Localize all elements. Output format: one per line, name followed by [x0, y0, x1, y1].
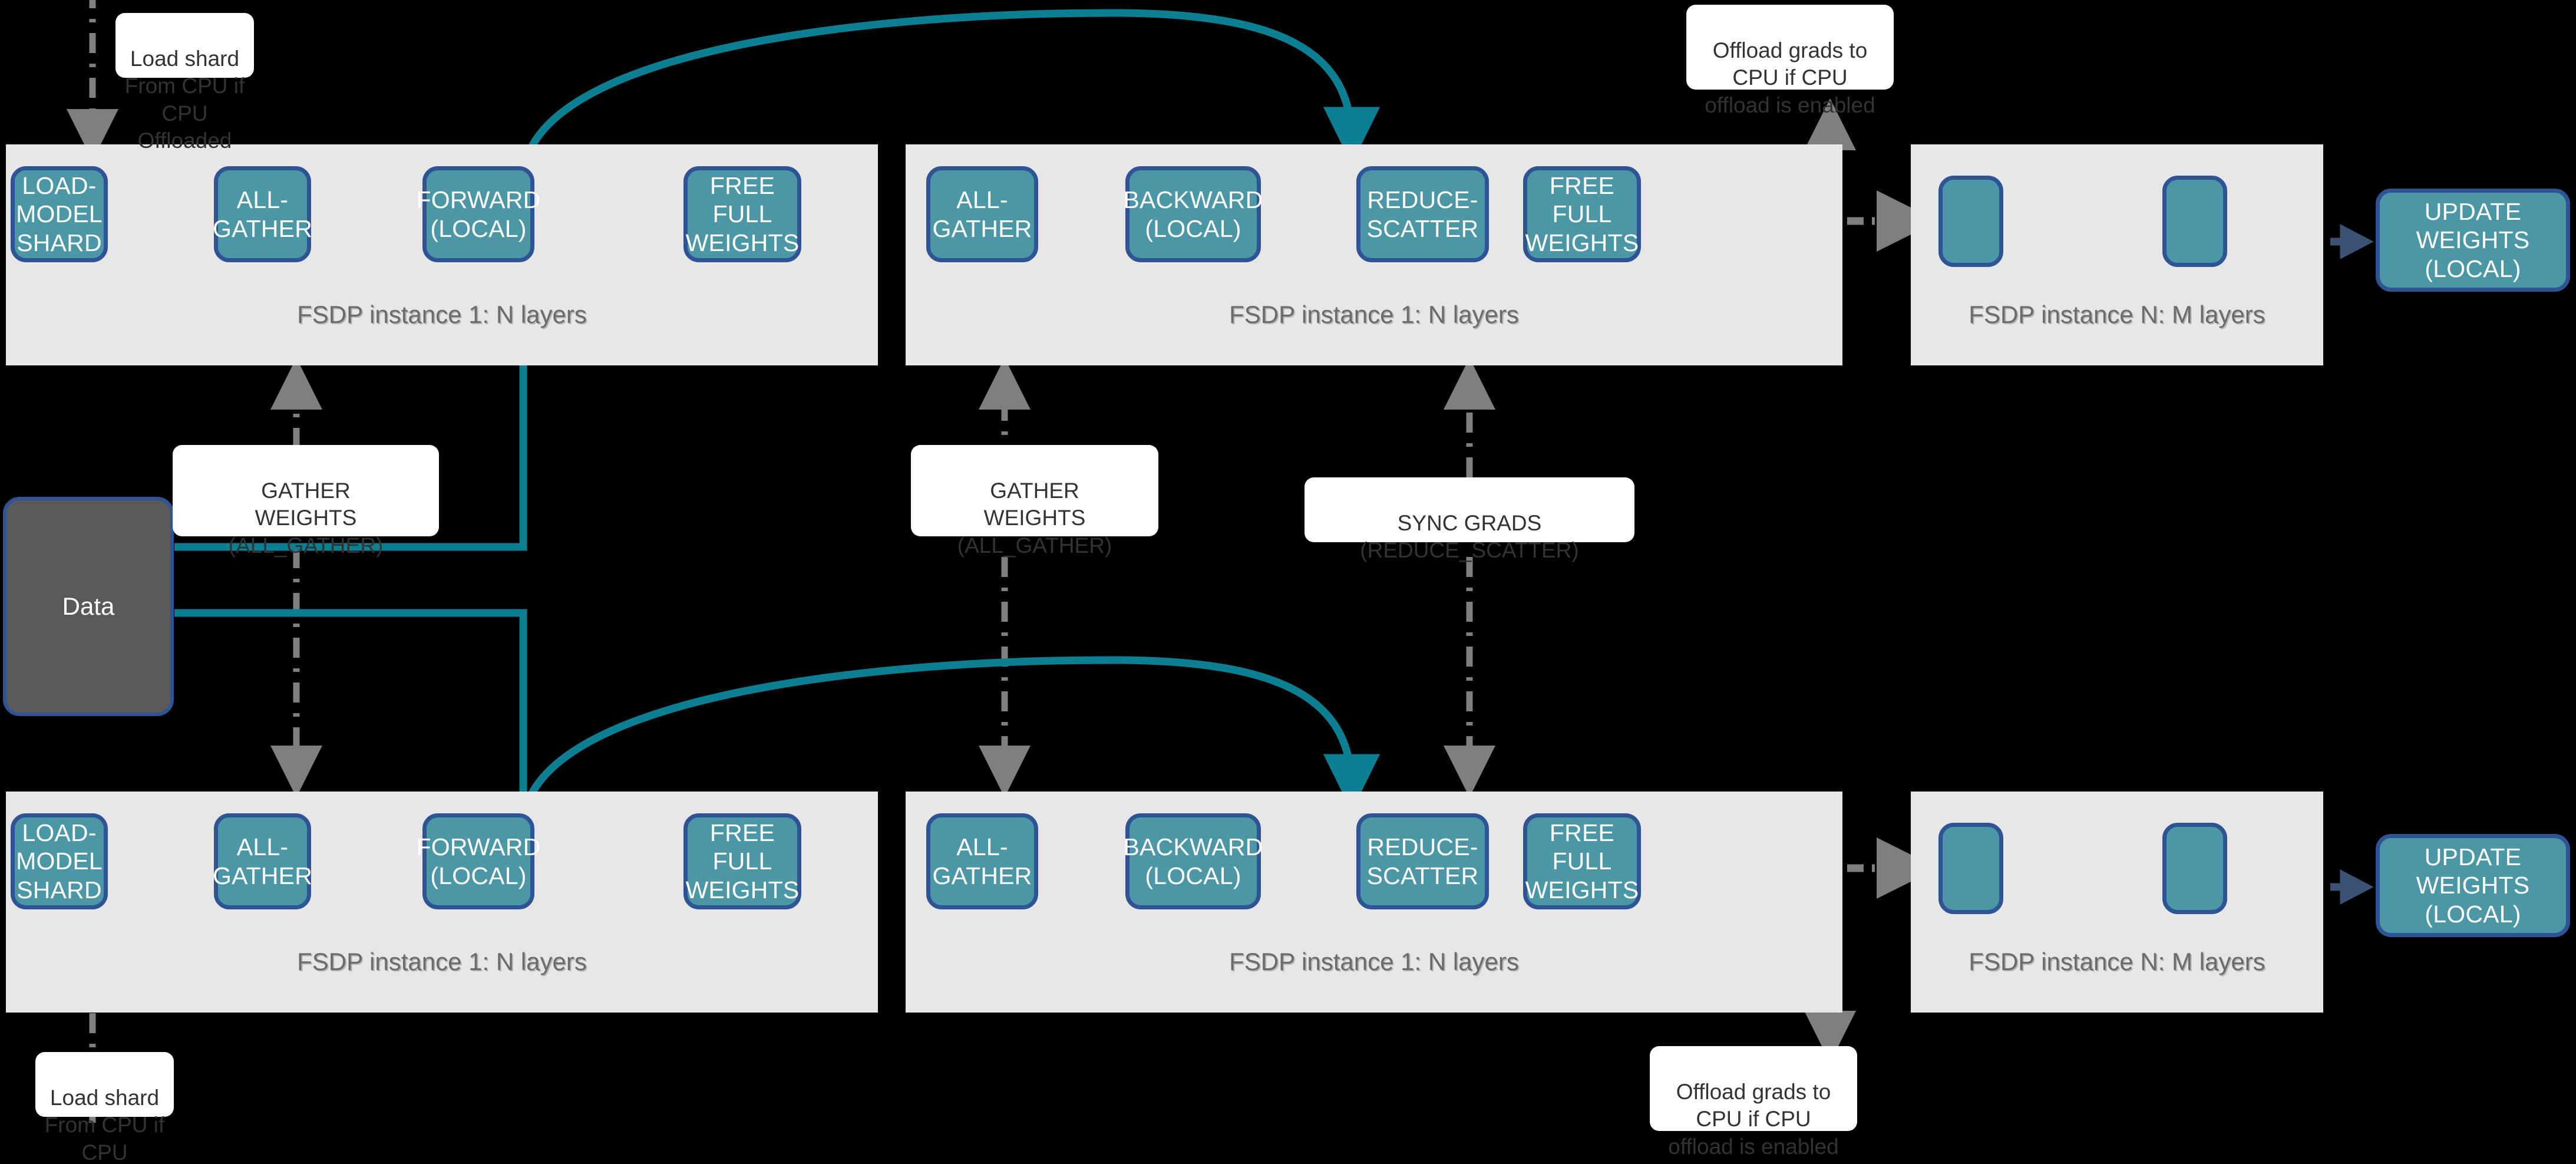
box-label: BACKWARD (LOCAL) — [1123, 833, 1263, 889]
fsdp-diagram-canvas: FSDP instance 1: N layers LOAD- MODEL SH… — [0, 0, 2576, 1164]
box-label: FREE FULL WEIGHTS — [685, 172, 800, 256]
note-text: GATHER WEIGHTS (ALL_GATHER) — [957, 478, 1112, 558]
box-bottom-all-gather[interactable]: ALL- GATHER — [213, 813, 313, 909]
note-text: Load shard From CPU if CPU Offloaded — [124, 46, 245, 153]
box-label: FREE FULL WEIGHTS — [1525, 172, 1639, 256]
panel-label-bottom-instance-n: FSDP instance N: M layers — [1969, 948, 2265, 975]
note-text: Load shard From CPU if CPU Offloaded — [44, 1085, 165, 1164]
box-data-source[interactable]: Data — [3, 497, 174, 716]
box-label: LOAD- MODEL SHARD — [16, 172, 103, 256]
box-top-update-weights[interactable]: UPDATE WEIGHTS (LOCAL) — [2376, 189, 2570, 292]
box-top-forward-local[interactable]: FORWARD (LOCAL) — [417, 166, 540, 262]
note-gather-weights-right: GATHER WEIGHTS (ALL_GATHER) — [911, 445, 1158, 558]
box-label: UPDATE WEIGHTS (LOCAL) — [2416, 843, 2530, 928]
note-text: Offload grads to CPU if CPU offload is e… — [1705, 38, 1875, 117]
box-top-all-gather[interactable]: ALL- GATHER — [213, 166, 313, 262]
note-bottom-load-shard: Load shard From CPU if CPU Offloaded — [35, 1052, 174, 1164]
note-sync-grads: SYNC GRADS (REDUCE_SCATTER) — [1304, 477, 1634, 562]
box-bottom-forward-local[interactable]: FORWARD (LOCAL) — [417, 813, 540, 909]
box-bottom-bw-all-gather[interactable]: ALL- GATHER — [926, 813, 1038, 909]
box-top-bw-free-full-weights[interactable]: FREE FULL WEIGHTS — [1523, 166, 1641, 262]
data-label: Data — [62, 592, 115, 620]
box-label: LOAD- MODEL SHARD — [16, 819, 103, 903]
box-label: FREE FULL WEIGHTS — [1525, 819, 1639, 903]
box-label: ALL- GATHER — [932, 833, 1032, 889]
box-bottom-reduce-scatter[interactable]: REDUCE- SCATTER — [1356, 813, 1489, 909]
box-label: BACKWARD (LOCAL) — [1123, 186, 1263, 242]
box-bottom-free-full-weights[interactable]: FREE FULL WEIGHTS — [683, 813, 801, 909]
box-label: UPDATE WEIGHTS (LOCAL) — [2416, 197, 2530, 282]
panel-label-top-forward: FSDP instance 1: N layers — [297, 301, 587, 328]
note-top-load-shard: Load shard From CPU if CPU Offloaded — [115, 13, 254, 153]
box-label: REDUCE- SCATTER — [1366, 186, 1479, 242]
panel-label-bottom-backward: FSDP instance 1: N layers — [1229, 948, 1519, 975]
box-top-reduce-scatter[interactable]: REDUCE- SCATTER — [1356, 166, 1489, 262]
box-bottom-load-model-shard[interactable]: LOAD- MODEL SHARD — [11, 813, 108, 909]
box-bottom-update-weights[interactable]: UPDATE WEIGHTS (LOCAL) — [2376, 834, 2570, 937]
note-bottom-offload-grads: Offload grads to CPU if CPU offload is e… — [1650, 1046, 1857, 1159]
box-label: ALL- GATHER — [213, 833, 313, 889]
box-label: FREE FULL WEIGHTS — [685, 819, 800, 903]
box-top-bw-all-gather[interactable]: ALL- GATHER — [926, 166, 1038, 262]
box-label: ALL- GATHER — [213, 186, 313, 242]
panel-label-top-instance-n: FSDP instance N: M layers — [1969, 301, 2265, 328]
box-top-backward-local[interactable]: BACKWARD (LOCAL) — [1123, 166, 1263, 262]
note-gather-weights-left: GATHER WEIGHTS (ALL_GATHER) — [173, 445, 439, 558]
note-text: Offload grads to CPU if CPU offload is e… — [1668, 1079, 1839, 1159]
panel-label-top-backward: FSDP instance 1: N layers — [1229, 301, 1519, 328]
box-top-free-full-weights[interactable]: FREE FULL WEIGHTS — [683, 166, 801, 262]
note-text: GATHER WEIGHTS (ALL_GATHER) — [228, 478, 384, 558]
box-top-instance-n-1[interactable] — [1938, 176, 2003, 267]
note-top-offload-grads: Offload grads to CPU if CPU offload is e… — [1686, 5, 1894, 117]
box-bottom-backward-local[interactable]: BACKWARD (LOCAL) — [1123, 813, 1263, 909]
box-label: REDUCE- SCATTER — [1366, 833, 1479, 889]
note-text: SYNC GRADS (REDUCE_SCATTER) — [1360, 510, 1579, 563]
box-label: FORWARD (LOCAL) — [416, 186, 541, 242]
box-label: ALL- GATHER — [932, 186, 1032, 242]
box-bottom-bw-free-full-weights[interactable]: FREE FULL WEIGHTS — [1523, 813, 1641, 909]
box-label: FORWARD (LOCAL) — [416, 833, 541, 889]
box-bottom-instance-n-2[interactable] — [2162, 823, 2227, 914]
box-bottom-instance-n-1[interactable] — [1938, 823, 2003, 914]
box-top-load-model-shard[interactable]: LOAD- MODEL SHARD — [11, 166, 108, 262]
panel-label-bottom-forward: FSDP instance 1: N layers — [297, 948, 587, 975]
box-top-instance-n-2[interactable] — [2162, 176, 2227, 267]
